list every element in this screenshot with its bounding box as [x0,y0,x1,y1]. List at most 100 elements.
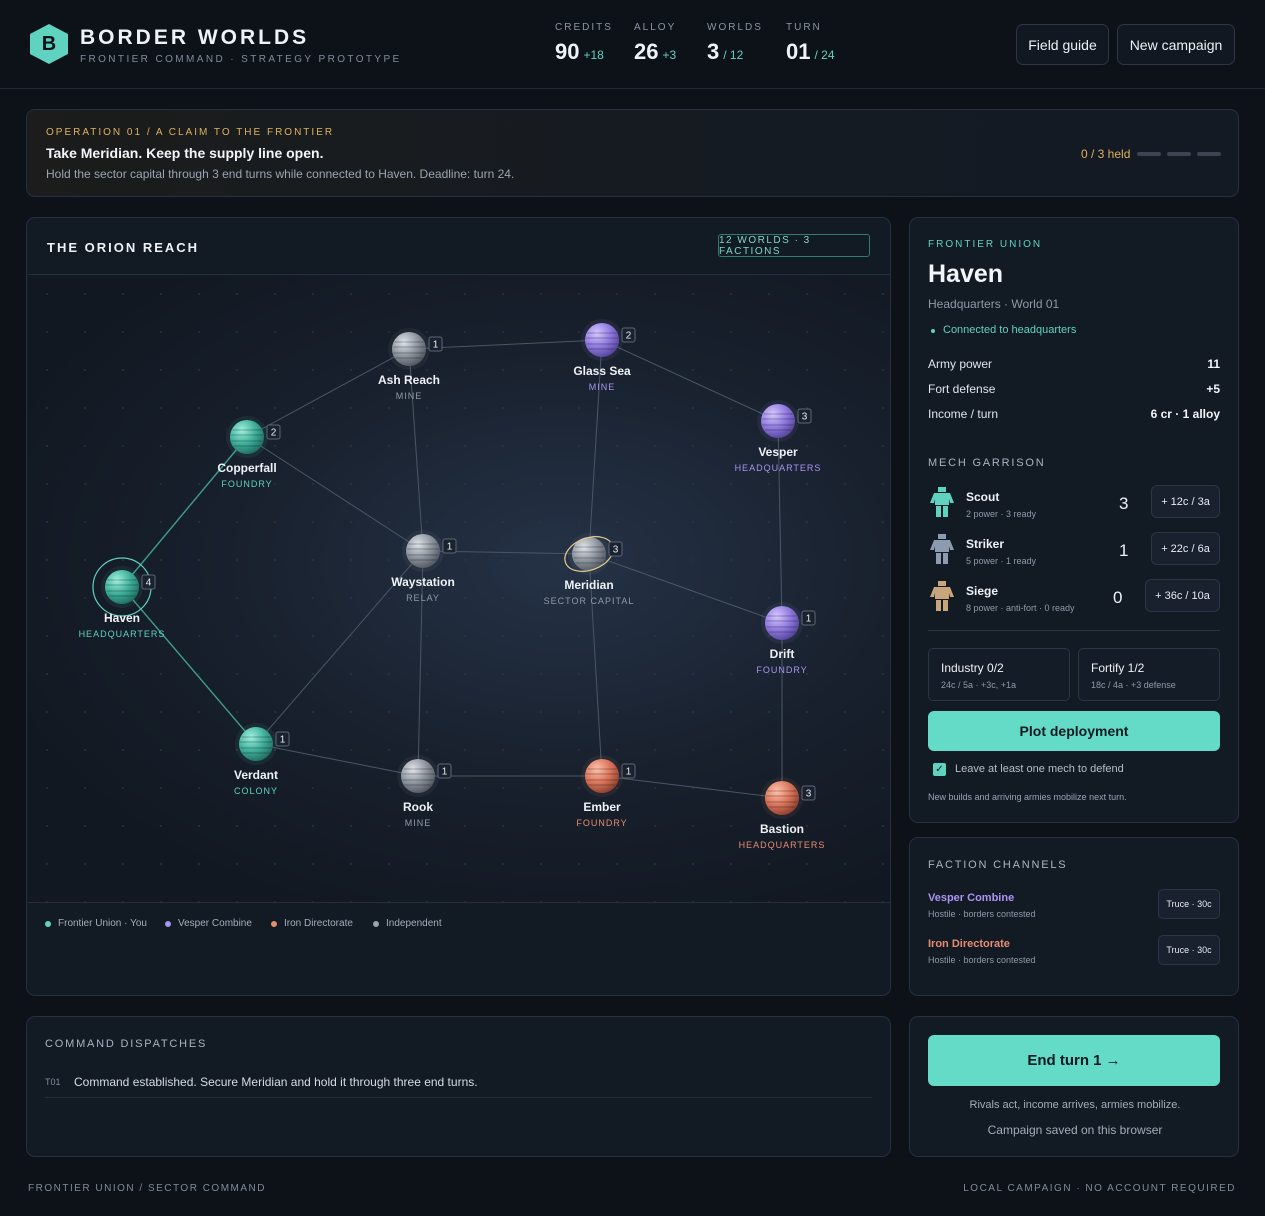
siege-count: 0 [1113,588,1123,607]
industry-title: Industry 0/2 [941,661,1004,675]
garrison-count: 1 [806,614,812,625]
world-role-label: HEADQUARTERS [79,629,166,639]
divider [928,630,1220,631]
leave-defender-checkbox[interactable]: ✓ [933,763,946,776]
garrison-count: 1 [433,340,439,351]
star-map[interactable]: 1 Ash Reach MINE 2 Glass Sea MINE 2 Copperfall F… [28,274,890,903]
dispatch-divider [45,1097,872,1098]
alloy-stat: ALLOY 26 +3 [634,22,676,65]
fortify-upgrade-card[interactable]: Fortify 1/2 18c / 4a · +3 defense [1078,648,1220,701]
dispatch-text: Command established. Secure Meridian and… [74,1075,478,1089]
world-role-label: MINE [396,391,423,401]
fortify-cost: 18c / 4a · +3 defense [1091,680,1176,690]
map-count-badge: 12 WORLDS · 3 FACTIONS [718,234,870,257]
build-striker-button[interactable]: + 22c / 6a [1151,532,1220,565]
legend-dot [373,920,379,927]
world-name-label: Bastion [760,822,804,836]
planet-icon[interactable] [761,404,795,438]
world-name-label: Waystation [391,575,455,589]
credits-value: 90 [555,39,580,64]
legend-item: Vesper Combine [165,918,252,929]
fort-defense-value: +5 [1206,382,1220,396]
worlds-label: WORLDS [707,22,763,33]
world-subtitle: Headquarters · World 01 [928,297,1060,311]
striker-name: Striker [966,537,1005,551]
planet-icon[interactable] [230,420,264,454]
legend-item: Independent [373,918,442,929]
faction-channels-panel: FACTION CHANNELS Vesper Combine Hostile … [909,837,1239,996]
build-scout-button[interactable]: + 12c / 3a [1151,485,1220,518]
mobilize-note: New builds and arriving armies mobilize … [928,792,1127,802]
map-panel: THE ORION REACH 12 WORLDS · 3 FACTIONS 1… [26,217,891,996]
build-siege-button[interactable]: + 36c / 10a [1145,579,1220,612]
credits-delta: +18 [583,48,604,62]
worlds-value: 3 [707,39,720,64]
map-title: THE ORION REACH [47,240,200,255]
planet-icon[interactable] [406,534,440,568]
operation-progress-segment [1137,152,1161,156]
world-name-label: Haven [104,611,140,625]
world-name-label: Drift [770,647,795,661]
credits-stat: CREDITS 90 +18 [555,22,613,65]
world-role-label: SECTOR CAPITAL [544,596,635,606]
income-value: 6 cr · 1 alloy [1150,407,1220,421]
truce-vesper-button[interactable]: Truce · 30c [1158,889,1220,919]
garrison-count: 3 [613,545,619,556]
end-turn-panel: End turn 1 → Rivals act, income arrives,… [909,1016,1239,1157]
planet-icon[interactable] [585,759,619,793]
garrison-count: 1 [447,542,453,553]
operation-held-count: 0 / 3 held [1081,147,1131,161]
world-name-label: Vesper [758,445,798,459]
world-name-label: Glass Sea [573,364,631,378]
garrison-title: MECH GARRISON [928,457,1046,469]
legend-label: Frontier Union · You [58,918,147,929]
garrison-count: 3 [802,412,808,423]
world-name-label: Ember [583,800,621,814]
alloy-label: ALLOY [634,22,677,33]
turn-total: / 24 [814,48,835,62]
turn-stat: TURN 01/ 24 [786,22,835,65]
operation-title: Take Meridian. Keep the supply line open… [46,145,324,161]
truce-iron-button[interactable]: Truce · 30c [1158,935,1220,965]
world-name-label: Meridian [564,578,613,592]
garrison-count: 4 [146,578,152,589]
legend-label: Iron Directorate [284,918,353,929]
garrison-count: 1 [626,767,632,778]
striker-count: 1 [1119,541,1129,560]
channels-title: FACTION CHANNELS [928,859,1068,871]
world-role-label: HEADQUARTERS [735,463,822,473]
industry-upgrade-card[interactable]: Industry 0/2 24c / 5a · +3c, +1a [928,648,1070,701]
garrison-count: 2 [271,428,277,439]
industry-cost: 24c / 5a · +3c, +1a [941,680,1017,690]
planet-icon[interactable] [401,759,435,793]
save-note: Campaign saved on this browser [987,1123,1163,1137]
planet-icon[interactable] [585,323,619,357]
worlds-total: / 12 [723,48,744,62]
world-role-label: FOUNDRY [221,479,272,489]
connection-status: Connected to headquarters [943,324,1077,336]
planet-icon[interactable] [105,570,139,604]
planet-icon[interactable] [765,606,799,640]
footer-left: FRONTIER UNION / SECTOR COMMAND [28,1183,266,1194]
world-detail-panel: FRONTIER UNION Haven Headquarters · Worl… [909,217,1239,823]
garrison-count: 1 [280,735,286,746]
legend-dot [45,920,51,927]
plot-deployment-button[interactable]: Plot deployment [928,711,1220,751]
world-role-label: MINE [405,818,432,828]
leave-defender-label: Leave at least one mech to defend [955,763,1124,775]
field-guide-button[interactable]: Field guide [1016,24,1109,65]
fort-defense-label: Fort defense [928,382,996,396]
siege-stats: 8 power · anti-fort · 0 ready [966,603,1075,613]
star-map-canvas[interactable]: 1 Ash Reach MINE 2 Glass Sea MINE 2 Copperfall F… [28,275,890,903]
app-title: BORDER WORLDS [80,26,310,49]
planet-icon[interactable] [765,781,799,815]
app-subtitle: FRONTIER COMMAND · STRATEGY PROTOTYPE [80,54,402,65]
operation-progress-segment [1197,152,1221,156]
world-role-label: HEADQUARTERS [739,840,826,850]
planet-icon[interactable] [392,332,426,366]
planet-icon[interactable] [239,727,273,761]
legend-label: Vesper Combine [178,918,252,929]
new-campaign-button[interactable]: New campaign [1117,24,1235,65]
end-turn-button[interactable]: End turn 1 → [928,1035,1220,1086]
alloy-value: 26 [634,39,659,64]
